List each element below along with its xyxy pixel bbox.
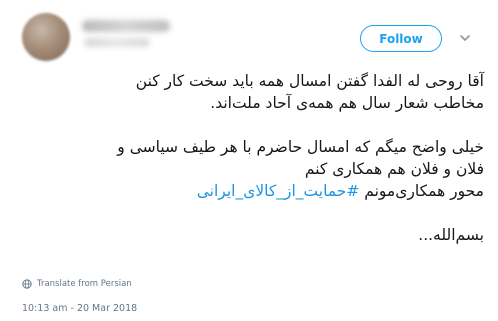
tweet-header: Follow <box>0 0 498 70</box>
tweet-line-prefix: محور همکاری‌مونم <box>359 182 484 200</box>
tweet-line: آقا روحی له الفدا گفتن امسال همه باید سخ… <box>135 72 484 90</box>
tweet-line: مخاطب شعار سال هم همه‌ی آحاد ملت‌اند. <box>210 94 484 112</box>
tweet-line: بسم‌الله... <box>418 226 484 244</box>
globe-icon <box>22 279 32 289</box>
tweet-line: فلان و فلان هم همکاری کنم <box>304 160 484 178</box>
chevron-down-icon[interactable] <box>458 31 472 45</box>
username-redacted[interactable] <box>84 38 150 47</box>
tweet-line: خیلی واضح میگم که امسال حاضرم با هر طیف … <box>117 138 484 156</box>
tweet-text: آقا روحی له الفدا گفتن امسال همه باید سخ… <box>68 70 484 246</box>
avatar[interactable] <box>22 13 70 61</box>
hashtag-link[interactable]: #حمایت_از_کالای_ایرانی <box>197 182 360 200</box>
tweet-line-with-hashtag: محور همکاری‌مونم #حمایت_از_کالای_ایرانی <box>68 180 484 202</box>
tweet-timestamp[interactable]: 10:13 am - 20 Mar 2018 <box>22 303 137 314</box>
display-name-redacted[interactable] <box>82 20 170 32</box>
translate-link[interactable]: Translate from Persian <box>22 277 132 291</box>
follow-button[interactable]: Follow <box>360 25 442 52</box>
translate-label[interactable]: Translate from Persian <box>37 279 132 289</box>
